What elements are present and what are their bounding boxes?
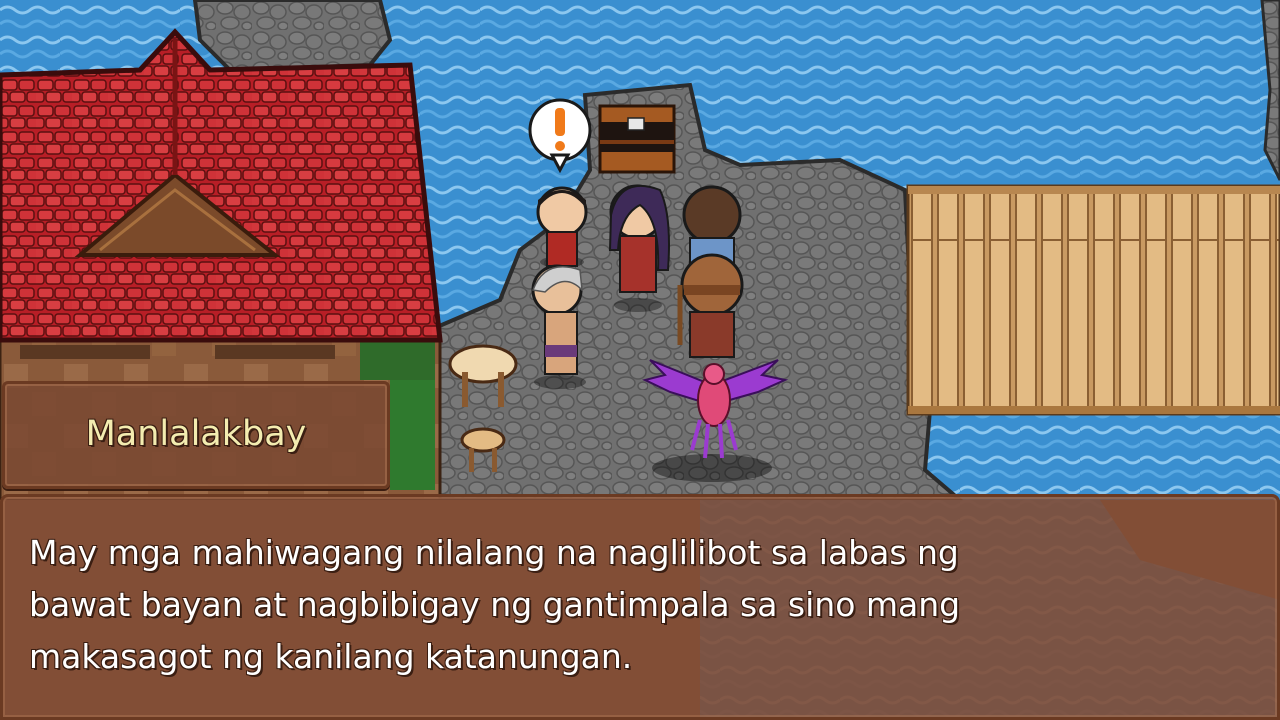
speaker-name: Manlalakbay [85, 414, 307, 454]
dialog-line-3: makasagot ng kanilang katanungan. [29, 637, 633, 676]
speaker-name-box: Manlalakbay [2, 381, 390, 489]
treasure-chest[interactable] [598, 104, 676, 174]
dialog-line-1: May mga mahiwagang nilalang na naglilibo… [29, 533, 959, 572]
dialog-line-2: bawat bayan at nagbibigay ng gantimpala … [29, 585, 961, 624]
dialog-text: May mga mahiwagang nilalang na naglilibo… [29, 527, 1249, 683]
dialog-box[interactable]: May mga mahiwagang nilalang na naglilibo… [0, 494, 1280, 720]
